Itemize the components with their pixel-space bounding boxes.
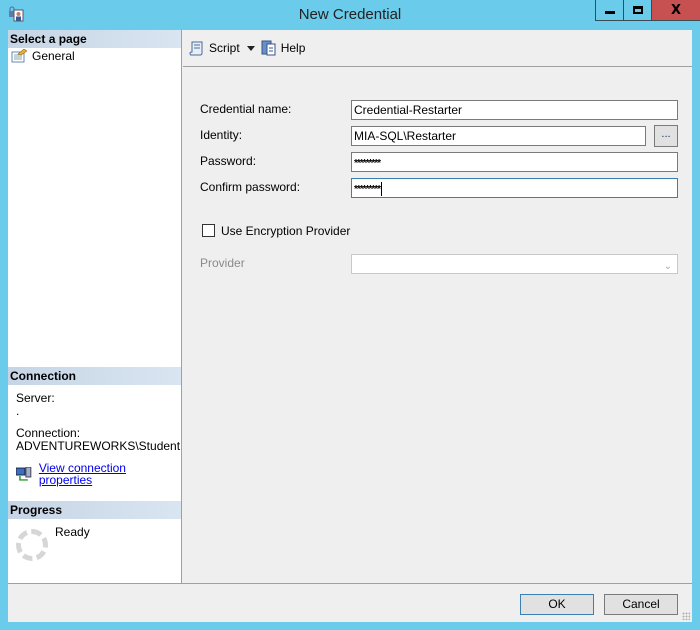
- help-button[interactable]: Help: [261, 40, 306, 56]
- progress-heading: Progress: [8, 501, 181, 519]
- script-dropdown-arrow-icon[interactable]: [246, 45, 255, 51]
- left-pane: Select a page General Connection Server:…: [8, 30, 182, 583]
- view-connection-properties-link[interactable]: View connection properties: [39, 462, 181, 486]
- dialog-body: Select a page General Connection Server:…: [8, 30, 692, 622]
- connection-heading: Connection: [8, 367, 181, 385]
- credential-name-input[interactable]: Credential-Restarter: [351, 100, 678, 120]
- right-pane: Script Help Credential name: Credential-…: [183, 30, 692, 583]
- select-page-heading: Select a page: [8, 30, 181, 48]
- server-value: .: [16, 404, 20, 418]
- use-encryption-provider-label[interactable]: Use Encryption Provider: [221, 224, 350, 238]
- dialog-button-bar: OK Cancel: [8, 583, 692, 622]
- progress-spinner-icon: [16, 529, 48, 561]
- script-label: Script: [209, 41, 240, 55]
- confirm-password-mask: *********: [354, 184, 381, 195]
- minimize-icon: [604, 11, 615, 14]
- help-label: Help: [280, 41, 306, 55]
- maximize-button[interactable]: [623, 0, 651, 21]
- connection-section: Connection Server: . Connection: ADVENTU…: [8, 367, 181, 487]
- close-button[interactable]: X: [651, 0, 700, 21]
- browse-identity-button[interactable]: ...: [654, 125, 678, 147]
- script-button[interactable]: Script: [189, 40, 255, 56]
- close-icon: X: [670, 2, 682, 18]
- identity-label: Identity:: [200, 128, 243, 142]
- progress-status: Ready: [55, 525, 90, 539]
- help-book-icon: [261, 40, 276, 56]
- server-label: Server:: [16, 391, 55, 405]
- confirm-password-input[interactable]: *********: [351, 178, 678, 198]
- cancel-button[interactable]: Cancel: [604, 594, 678, 615]
- page-item-label: General: [32, 49, 75, 63]
- properties-page-icon: [11, 49, 27, 63]
- page-item-general[interactable]: General: [8, 48, 181, 64]
- provider-select[interactable]: ⌄: [351, 254, 678, 274]
- title-bar: New Credential X: [0, 0, 700, 30]
- connection-value: ADVENTUREWORKS\Student: [16, 439, 181, 453]
- ok-button[interactable]: OK: [520, 594, 594, 615]
- minimize-button[interactable]: [595, 0, 623, 21]
- password-input[interactable]: *********: [351, 152, 678, 172]
- confirm-password-label: Confirm password:: [200, 180, 301, 194]
- chevron-down-icon: ⌄: [663, 261, 672, 272]
- connection-label: Connection:: [16, 426, 81, 440]
- password-mask: *********: [354, 158, 381, 169]
- progress-section: Progress Ready: [8, 501, 181, 579]
- provider-label: Provider: [200, 256, 245, 270]
- toolbar: Script Help: [183, 30, 692, 67]
- script-scroll-icon: [189, 41, 203, 56]
- identity-input[interactable]: MIA-SQL\Restarter: [351, 126, 646, 146]
- text-caret: [381, 181, 383, 196]
- connection-properties-icon: [16, 467, 32, 481]
- maximize-icon: [632, 6, 643, 14]
- use-encryption-provider-checkbox[interactable]: [202, 224, 215, 237]
- credential-name-label: Credential name:: [200, 102, 292, 116]
- password-label: Password:: [200, 154, 257, 168]
- resize-grip-icon[interactable]: [682, 612, 690, 620]
